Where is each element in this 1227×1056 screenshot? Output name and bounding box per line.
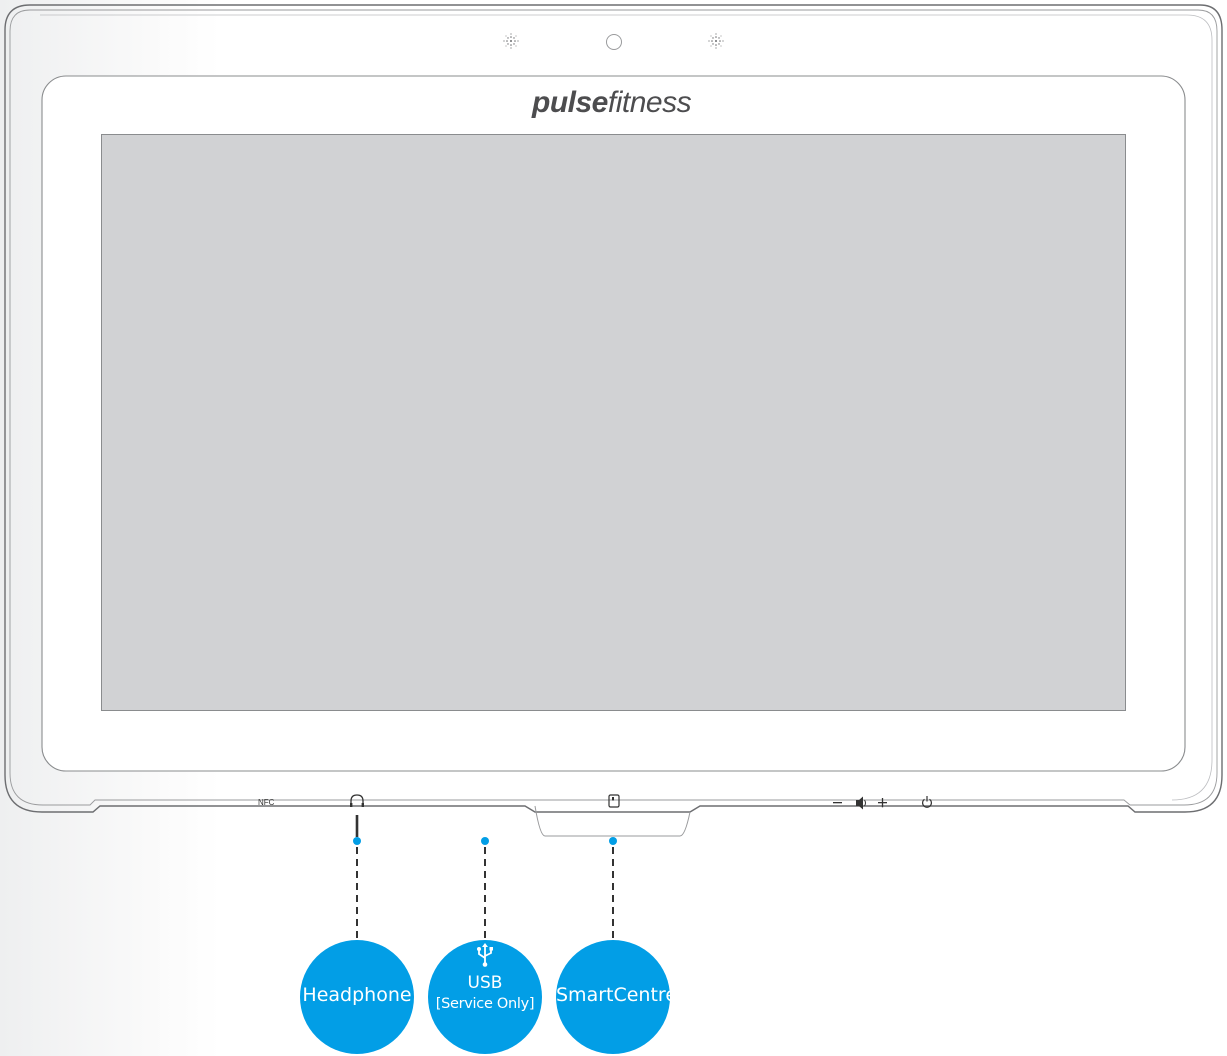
speaker-grille-left-icon	[503, 33, 519, 49]
headphone-callout-label: Headphone	[302, 984, 412, 1006]
smartcentre-callout-label: SmartCentre	[556, 984, 678, 1006]
nfc-label: NFC	[258, 798, 275, 807]
usb-callout: USB [Service Only]	[428, 940, 542, 1054]
usb-icon	[428, 940, 542, 977]
usb-callout-label: USB	[467, 973, 503, 993]
volume-icon	[833, 796, 887, 810]
headphone-callout: Headphone	[300, 940, 414, 1054]
camera-icon	[606, 34, 622, 50]
smartcentre-callout: SmartCentre	[556, 940, 678, 1054]
card-reader-icon	[608, 794, 620, 808]
brand-logo: pulsefitness	[532, 86, 692, 119]
display-screen	[101, 134, 1126, 711]
headphone-icon	[350, 794, 364, 806]
usb-callout-sublabel: [Service Only]	[435, 996, 535, 1012]
speaker-grille-right-icon	[708, 33, 724, 49]
